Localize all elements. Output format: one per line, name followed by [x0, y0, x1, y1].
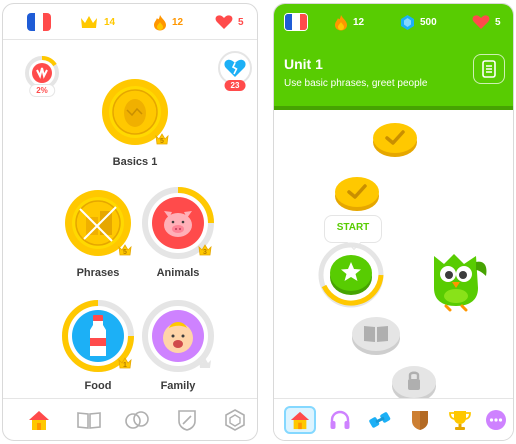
checkmark-coin-icon	[335, 177, 379, 211]
progress-badge[interactable]: 2%	[23, 54, 61, 100]
skill-phrases[interactable]: 5 Phrases	[58, 187, 138, 279]
hearts-count: 5	[495, 16, 501, 28]
skill-label: Animals	[156, 267, 200, 279]
nav-leagues[interactable]	[173, 406, 201, 434]
nav-listening[interactable]	[326, 406, 354, 434]
lesson-completed[interactable]	[372, 120, 418, 158]
notebook-icon	[482, 60, 496, 78]
flame-icon	[154, 14, 166, 30]
shield-icon	[178, 410, 196, 431]
streak-stat[interactable]: 12	[153, 13, 183, 31]
skill-food[interactable]: 1 Food	[58, 300, 138, 392]
dumbbell-icon	[369, 412, 391, 428]
bottom-nav	[274, 398, 513, 440]
nav-characters[interactable]	[123, 406, 151, 434]
crowns-count: 14	[104, 16, 116, 28]
star-icon	[318, 242, 384, 308]
bottom-nav	[3, 398, 257, 440]
hearts-count: 5	[238, 16, 244, 28]
gems-stat[interactable]: 500	[400, 13, 437, 31]
skill-basics-1[interactable]: 5 Basics 1	[95, 76, 175, 168]
right-screen: 12 500 5 Unit 1 Use basic phrases, greet…	[273, 3, 514, 441]
unit-subtitle: Use basic phrases, greet people	[284, 78, 428, 89]
owl-mascot	[426, 242, 496, 312]
crown-level: 1	[123, 362, 127, 369]
crowns-stat[interactable]: 14	[79, 13, 115, 31]
heart-icon	[472, 15, 490, 29]
health-badge[interactable]: 23	[217, 50, 253, 96]
checkmark-coin-icon	[373, 123, 417, 157]
unit-header: Unit 1 Use basic phrases, greet people	[274, 40, 513, 110]
skill-label: Phrases	[76, 267, 120, 279]
shield-icon	[412, 411, 428, 430]
headphones-icon	[330, 410, 350, 429]
start-tooltip[interactable]: START	[324, 215, 382, 243]
left-screen: 14 12 5 2% 23 5 Basics 1 5 Phrases 3 Ani…	[2, 3, 258, 441]
hexagon-icon	[225, 409, 245, 431]
streak-count: 12	[353, 16, 365, 28]
crown-icon	[81, 16, 97, 28]
nav-leagues[interactable]	[406, 406, 434, 434]
trophy-icon	[449, 411, 471, 430]
crown-level: 5	[160, 138, 164, 145]
unit-title: Unit 1	[284, 56, 323, 72]
lesson-locked[interactable]	[390, 362, 438, 402]
skill-label: Family	[160, 380, 196, 392]
skill-animals[interactable]: 3 Animals	[138, 187, 218, 279]
characters-icon	[125, 411, 149, 429]
gems-count: 500	[420, 16, 437, 28]
lock-icon	[392, 366, 436, 402]
hearts-stat[interactable]: 5	[215, 13, 244, 31]
home-icon	[290, 411, 310, 430]
nav-more[interactable]	[482, 406, 510, 434]
france-flag-icon	[27, 13, 51, 31]
owl-icon	[434, 254, 487, 312]
streak-stat[interactable]: 12	[334, 13, 364, 31]
skill-family[interactable]: Family	[138, 300, 218, 392]
nav-home[interactable]	[25, 406, 53, 434]
skill-label: Food	[84, 380, 112, 392]
gem-icon	[401, 14, 414, 30]
flag-button[interactable]	[284, 13, 308, 31]
progress-percent: 2%	[29, 84, 55, 97]
crown-icon	[199, 358, 211, 368]
story-locked[interactable]	[350, 312, 402, 356]
more-icon	[486, 410, 506, 430]
nav-practice[interactable]	[366, 406, 394, 434]
nav-stories[interactable]	[75, 406, 103, 434]
lesson-completed[interactable]	[334, 174, 380, 212]
guidebook-button[interactable]	[473, 54, 505, 84]
nav-shop[interactable]	[221, 406, 249, 434]
france-flag-icon	[284, 13, 308, 31]
book-icon	[352, 317, 400, 355]
top-bar: 12 500 5	[274, 4, 513, 40]
home-icon	[29, 411, 49, 430]
crown-level: 3	[203, 249, 207, 256]
flame-icon	[335, 14, 347, 30]
flag-button[interactable]	[27, 13, 51, 31]
top-bar: 14 12 5	[3, 4, 257, 40]
streak-count: 12	[172, 16, 184, 28]
health-count: 23	[224, 80, 246, 91]
start-lesson-button[interactable]	[316, 242, 386, 308]
hearts-stat[interactable]: 5	[472, 13, 501, 31]
book-icon	[77, 412, 101, 429]
skill-label: Basics 1	[112, 156, 158, 168]
heart-icon	[215, 15, 233, 29]
nav-home[interactable]	[284, 406, 316, 434]
crown-level: 5	[123, 249, 127, 256]
nav-quests[interactable]	[446, 406, 474, 434]
